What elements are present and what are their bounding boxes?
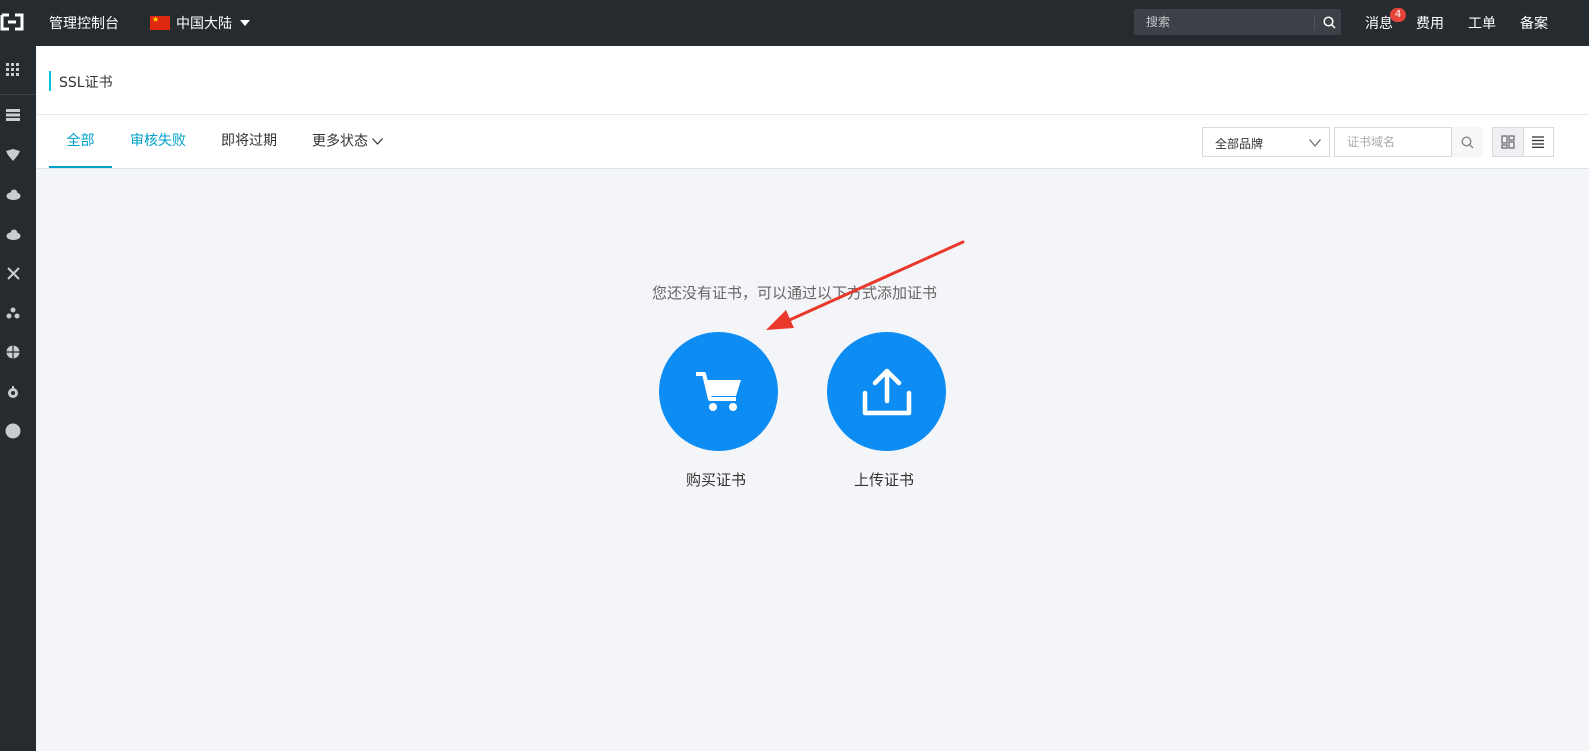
upload-certificate-label[interactable]: 上传证书 [854, 469, 914, 490]
view-mode-toggle [1492, 127, 1554, 157]
brand-select-value: 全部品牌 [1215, 137, 1264, 151]
global-search [1134, 9, 1341, 35]
messages-link[interactable]: 消息 [1365, 13, 1393, 33]
tab-more-status[interactable]: 更多状态 [312, 115, 383, 168]
region-selector[interactable]: 中国大陆 [150, 13, 250, 33]
title-accent-bar [49, 71, 51, 91]
shopping-cart-icon [695, 371, 741, 411]
left-sidebar [0, 46, 36, 751]
status-tabs-bar: 全部 审核失败 即将过期 更多状态 全部品牌 [37, 115, 1589, 169]
brand-select[interactable]: 全部品牌 [1202, 127, 1330, 157]
billing-link[interactable]: 费用 [1416, 13, 1444, 33]
search-icon[interactable] [1451, 127, 1483, 157]
empty-state-message: 您还没有证书，可以通过以下方式添加证书 [652, 284, 938, 302]
icp-filing-link[interactable]: 备案 [1520, 13, 1548, 33]
database-icon[interactable] [4, 146, 22, 164]
console-title[interactable]: 管理控制台 [49, 13, 119, 33]
region-label: 中国大陆 [176, 16, 232, 32]
card-view-icon[interactable] [1493, 128, 1524, 156]
tickets-link[interactable]: 工单 [1468, 13, 1496, 33]
search-icon[interactable] [1317, 9, 1341, 35]
message-count-badge: 4 [1390, 8, 1406, 22]
cluster-icon[interactable] [4, 304, 22, 322]
tab-all[interactable]: 全部 [49, 115, 112, 168]
tab-review-failed[interactable]: 审核失败 [130, 115, 186, 168]
upload-icon [862, 368, 911, 415]
server-icon[interactable] [4, 106, 22, 124]
circle-icon[interactable] [4, 422, 22, 440]
global-search-input[interactable] [1134, 9, 1304, 35]
buy-certificate-label[interactable]: 购买证书 [686, 469, 746, 490]
globe-icon[interactable] [4, 343, 22, 361]
upload-certificate-button[interactable] [827, 332, 946, 451]
page-title: SSL证书 [59, 75, 113, 91]
sidebar-divider [0, 94, 36, 95]
cloud-icon[interactable] [4, 185, 22, 203]
page-header: SSL证书 [37, 46, 1589, 115]
settings-icon[interactable] [4, 383, 22, 401]
chevron-down-icon [1309, 136, 1321, 150]
network-icon[interactable] [4, 264, 22, 282]
tab-more-status-label: 更多状态 [312, 133, 368, 150]
domain-search [1334, 127, 1483, 157]
buy-certificate-button[interactable] [659, 332, 778, 451]
list-view-icon[interactable] [1524, 128, 1554, 156]
chevron-down-icon [372, 115, 383, 168]
domain-search-input[interactable] [1335, 128, 1451, 156]
grid-icon[interactable] [4, 61, 22, 79]
china-flag-icon [150, 16, 170, 30]
caret-down-icon [240, 20, 250, 26]
search-divider [1314, 14, 1315, 30]
aliyun-logo-icon[interactable] [0, 12, 24, 32]
top-navigation-bar: 管理控制台 中国大陆 消息 4 费用 工单 备案 [0, 0, 1589, 46]
cloud-upload-icon[interactable] [4, 225, 22, 243]
tab-expiring-soon[interactable]: 即将过期 [221, 115, 277, 168]
